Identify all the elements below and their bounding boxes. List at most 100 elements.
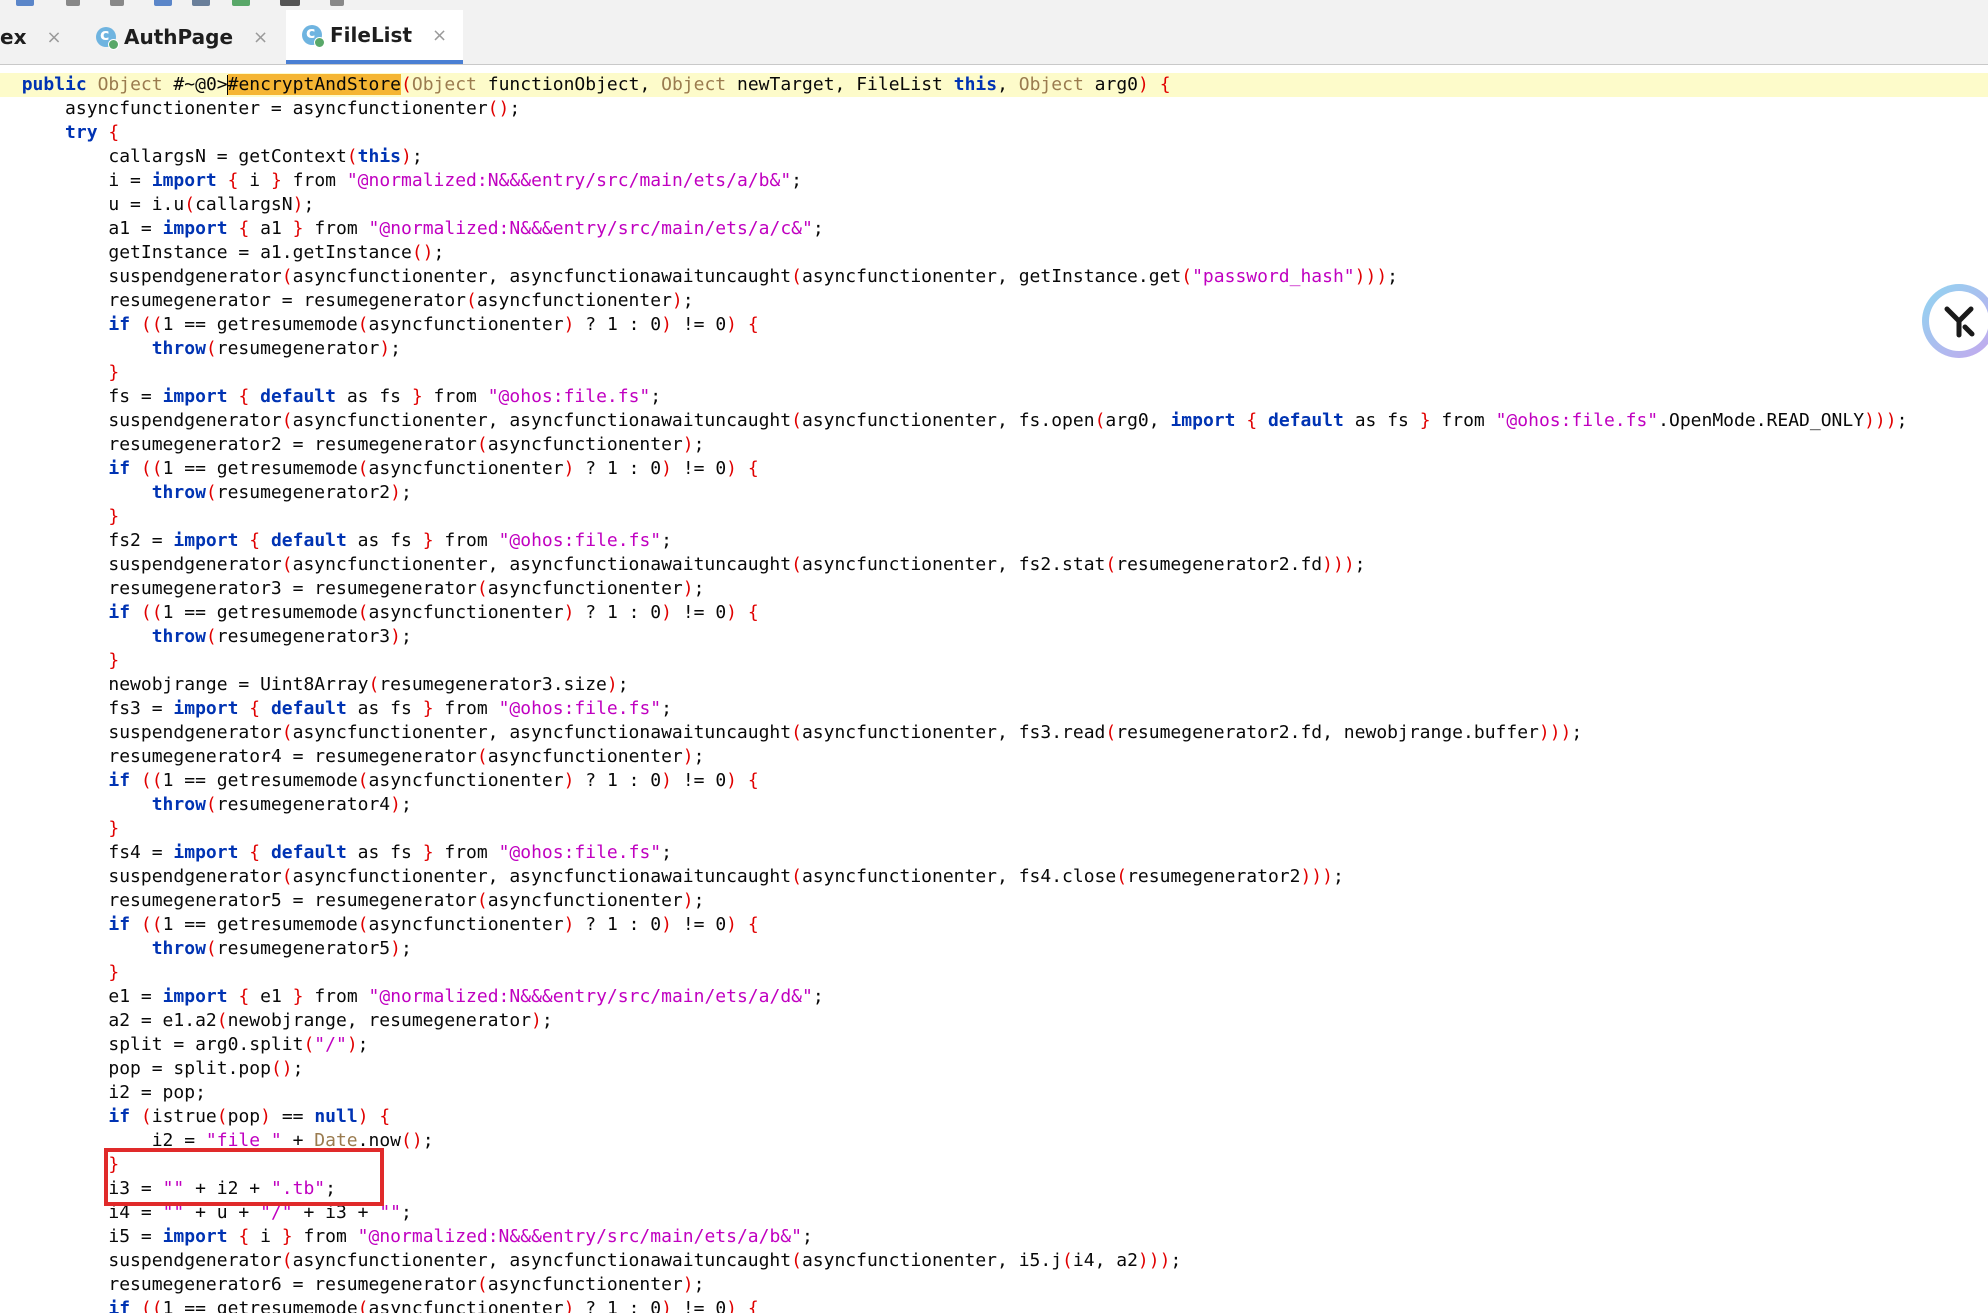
code-line[interactable]: resumegenerator3 = resumegenerator(async… xyxy=(0,577,1988,601)
code-line[interactable]: if ((1 == getresumemode(asyncfunctionent… xyxy=(0,457,1988,481)
code-line[interactable]: fs = import { default as fs } from "@oho… xyxy=(0,385,1988,409)
code-token: fs = xyxy=(108,386,163,407)
tab-authpage[interactable]: AuthPage × xyxy=(96,10,268,64)
code-line[interactable]: } xyxy=(0,505,1988,529)
code-token: ) xyxy=(401,146,412,167)
code-token: asyncfunctionenter, fs2.stat xyxy=(801,554,1106,575)
code-line[interactable]: if ((1 == getresumemode(asyncfunctionent… xyxy=(0,313,1988,337)
code-token: ; xyxy=(400,482,412,503)
code-line[interactable]: resumegenerator2 = resumegenerator(async… xyxy=(0,433,1988,457)
code-line[interactable]: asyncfunctionenter = asyncfunctionenter(… xyxy=(0,97,1988,121)
code-line[interactable]: i2 = pop; xyxy=(0,1081,1988,1105)
code-token: (( xyxy=(140,1298,163,1313)
toolbar-icon[interactable] xyxy=(232,0,250,6)
code-line[interactable]: i2 = "file_" + Date.now(); xyxy=(0,1129,1988,1153)
code-line[interactable]: } xyxy=(0,1153,1988,1177)
code-line[interactable]: if ((1 == getresumemode(asyncfunctionent… xyxy=(0,601,1988,625)
code-token: asyncfunctionenter, asyncfunctionawaitun… xyxy=(292,554,792,575)
code-line[interactable]: throw(resumegenerator5); xyxy=(0,937,1988,961)
code-line[interactable]: } xyxy=(0,361,1988,385)
code-line[interactable]: } xyxy=(0,961,1988,985)
code-line[interactable]: resumegenerator4 = resumegenerator(async… xyxy=(0,745,1988,769)
toolbar-icon[interactable] xyxy=(280,0,300,6)
code-line[interactable]: i = import { i } from "@normalized:N&&&e… xyxy=(0,169,1988,193)
code-token: from xyxy=(303,986,369,1007)
code-line[interactable]: } xyxy=(0,649,1988,673)
code-line[interactable]: resumegenerator = resumegenerator(asyncf… xyxy=(0,289,1988,313)
code-token: i3 = xyxy=(108,1178,163,1199)
code-line[interactable]: public Object #~@0>#encryptAndStore(Obje… xyxy=(0,73,1988,97)
code-token: ) xyxy=(563,914,575,935)
toolbar-icon[interactable] xyxy=(192,0,210,6)
code-line[interactable]: a1 = import { a1 } from "@normalized:N&&… xyxy=(0,217,1988,241)
tab-filelist[interactable]: FileList × xyxy=(286,10,464,64)
code-line[interactable]: pop = split.pop(); xyxy=(0,1057,1988,1081)
code-token: ( xyxy=(216,1010,228,1031)
code-token: as fs xyxy=(346,530,423,551)
code-token: asyncfunctionenter = asyncfunctionenter xyxy=(65,98,488,119)
code-token: asyncfunctionenter, asyncfunctionawaitun… xyxy=(292,722,792,743)
code-line[interactable]: throw(resumegenerator2); xyxy=(0,481,1988,505)
code-line[interactable]: a2 = e1.a2(newobjrange, resumegenerator)… xyxy=(0,1009,1988,1033)
code-line[interactable]: if ((1 == getresumemode(asyncfunctionent… xyxy=(0,769,1988,793)
close-icon[interactable]: × xyxy=(253,27,268,48)
toolbar-icon[interactable] xyxy=(154,0,172,6)
code-line[interactable]: fs4 = import { default as fs } from "@oh… xyxy=(0,841,1988,865)
code-line[interactable]: suspendgenerator(asyncfunctionenter, asy… xyxy=(0,865,1988,889)
code-line[interactable]: throw(resumegenerator3); xyxy=(0,625,1988,649)
code-token: import xyxy=(173,530,239,551)
code-line[interactable]: i4 = "" + u + "/" + i3 + ""; xyxy=(0,1201,1988,1225)
code-line[interactable]: resumegenerator6 = resumegenerator(async… xyxy=(0,1273,1988,1297)
code-token: ) xyxy=(682,578,694,599)
code-line[interactable]: try { xyxy=(0,121,1988,145)
code-line[interactable]: newobjrange = Uint8Array(resumegenerator… xyxy=(0,673,1988,697)
code-line[interactable]: suspendgenerator(asyncfunctionenter, asy… xyxy=(0,553,1988,577)
code-line[interactable]: if ((1 == getresumemode(asyncfunctionent… xyxy=(0,913,1988,937)
code-line[interactable]: suspendgenerator(asyncfunctionenter, asy… xyxy=(0,409,1988,433)
code-line[interactable]: e1 = import { e1 } from "@normalized:N&&… xyxy=(0,985,1988,1009)
code-token: { xyxy=(747,770,759,791)
code-token: "@ohos:file.fs" xyxy=(498,698,662,719)
code-token: throw xyxy=(151,626,206,647)
code-token: default xyxy=(1268,410,1344,431)
code-line[interactable]: i5 = import { i } from "@normalized:N&&&… xyxy=(0,1225,1988,1249)
code-token: callargsN xyxy=(195,194,293,215)
close-icon[interactable]: × xyxy=(432,25,447,46)
code-line[interactable]: fs3 = import { default as fs } from "@oh… xyxy=(0,697,1988,721)
code-token: { xyxy=(108,122,120,143)
code-line[interactable]: i3 = "" + i2 + ".tb"; xyxy=(0,1177,1988,1201)
tab-ex[interactable]: ex × xyxy=(0,10,62,64)
code-token: ) xyxy=(661,914,672,935)
code-line[interactable]: u = i.u(callargsN); xyxy=(0,193,1988,217)
code-line[interactable]: throw(resumegenerator4); xyxy=(0,793,1988,817)
code-token: i4, a2 xyxy=(1072,1250,1138,1271)
toolbar-icon[interactable] xyxy=(330,0,344,6)
code-line[interactable]: } xyxy=(0,817,1988,841)
code-line[interactable]: suspendgenerator(asyncfunctionenter, asy… xyxy=(0,265,1988,289)
close-icon[interactable]: × xyxy=(46,27,61,48)
code-token: ; xyxy=(693,1274,705,1295)
code-line[interactable]: suspendgenerator(asyncfunctionenter, asy… xyxy=(0,1249,1988,1273)
code-token: ) xyxy=(726,770,738,791)
code-token: ( xyxy=(466,290,477,311)
code-line[interactable]: getInstance = a1.getInstance(); xyxy=(0,241,1988,265)
code-line[interactable]: resumegenerator5 = resumegenerator(async… xyxy=(0,889,1988,913)
code-line[interactable]: if ((1 == getresumemode(asyncfunctionent… xyxy=(0,1297,1988,1313)
toolbar-icon[interactable] xyxy=(110,0,124,6)
code-line[interactable]: throw(resumegenerator); xyxy=(0,337,1988,361)
toolbar-icon[interactable] xyxy=(16,0,34,6)
code-line[interactable]: split = arg0.split("/"); xyxy=(0,1033,1988,1057)
code-line[interactable]: suspendgenerator(asyncfunctionenter, asy… xyxy=(0,721,1988,745)
code-line[interactable]: if (istrue(pop) == null) { xyxy=(0,1105,1988,1129)
toolbar-icon[interactable] xyxy=(66,0,80,6)
code-token: "password_hash" xyxy=(1192,266,1355,287)
code-line[interactable]: fs2 = import { default as fs } from "@oh… xyxy=(0,529,1988,553)
code-editor[interactable]: public Object #~@0>#encryptAndStore (Obje… xyxy=(0,65,1988,1313)
code-token: () xyxy=(487,98,510,119)
code-line[interactable]: callargsN = getContext(this); xyxy=(0,145,1988,169)
assistant-button[interactable] xyxy=(1922,284,1988,358)
